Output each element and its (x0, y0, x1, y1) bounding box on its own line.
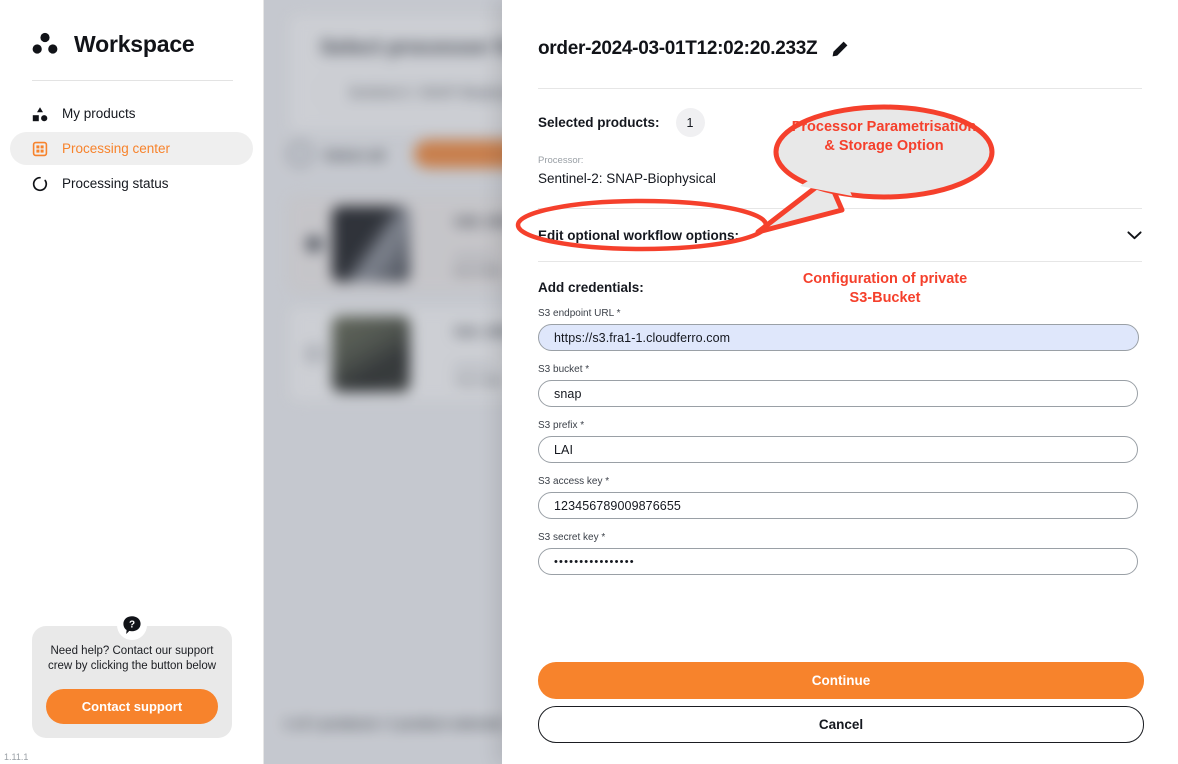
circle-spinner-icon (32, 176, 48, 192)
contact-support-button[interactable]: Contact support (46, 689, 218, 724)
s3-access-key-input[interactable]: 123456789009876655 (538, 492, 1138, 519)
panel-actions: Continue Cancel (538, 662, 1144, 743)
field-label-s3-bucket: S3 bucket * (538, 364, 590, 375)
sidebar-divider (32, 80, 233, 81)
field-label-s3-access-key: S3 access key * (538, 476, 610, 487)
processor-value: Sentinel-2: SNAP-Biophysical (538, 171, 716, 186)
field-label-s3-prefix: S3 prefix * (538, 420, 585, 431)
field-s3-prefix: S3 prefix * LAI (538, 420, 1142, 463)
page-title: order-2024-03-01T12:02:20.233Z (538, 38, 818, 59)
sidebar: Workspace My products Processing center … (0, 0, 264, 764)
field-s3-endpoint-url: S3 endpoint URL * https://s3.fra1-1.clou… (538, 308, 1142, 351)
sidebar-nav: My products Processing center Processing… (0, 97, 263, 200)
field-label-s3-endpoint-url: S3 endpoint URL * (538, 308, 621, 319)
add-credentials-label: Add credentials: (538, 280, 644, 295)
workspace-title: Workspace (74, 30, 195, 57)
sidebar-item-my-products[interactable]: My products (10, 97, 253, 130)
selected-products-count-badge: 1 (675, 108, 705, 137)
order-config-panel: order-2024-03-01T12:02:20.233Z Selected … (502, 0, 1178, 764)
continue-button[interactable]: Continue (538, 662, 1144, 699)
help-card: ? Need help? Contact our support crew by… (32, 609, 232, 738)
sidebar-item-processing-status-label: Processing status (62, 176, 169, 191)
question-mark-icon: ? (117, 609, 147, 640)
sidebar-item-my-products-label: My products (62, 106, 136, 121)
help-card-text: Need help? Contact our support crew by c… (47, 644, 217, 673)
field-s3-bucket: S3 bucket * snap (538, 364, 1142, 407)
field-s3-access-key: S3 access key * 123456789009876655 (538, 476, 1142, 519)
edit-optional-workflow-options-accordion[interactable]: Edit optional workflow options: (538, 209, 1142, 261)
s3-bucket-input[interactable]: snap (538, 380, 1138, 407)
processor-caption: Processor: (538, 155, 584, 166)
panel-divider-3 (538, 261, 1142, 262)
chevron-down-icon[interactable] (1127, 230, 1142, 240)
app-root: Select processor from the list Sentinel-… (0, 0, 1178, 764)
selected-products-row: Selected products: 1 (538, 108, 1142, 137)
three-dots-triangle-icon (30, 30, 60, 58)
svg-text:?: ? (129, 619, 135, 630)
pencil-icon[interactable] (831, 40, 849, 58)
panel-title-row: order-2024-03-01T12:02:20.233Z (538, 0, 1142, 60)
cancel-button[interactable]: Cancel (538, 706, 1144, 743)
selected-products-label: Selected products: (538, 115, 660, 130)
field-s3-secret-key: S3 secret key * •••••••••••••••• (538, 532, 1142, 575)
accordion-label: Edit optional workflow options: (538, 227, 739, 243)
sidebar-item-processing-center-label: Processing center (62, 141, 171, 156)
s3-endpoint-url-input[interactable]: https://s3.fra1-1.cloudferro.com (538, 324, 1139, 351)
grid-chip-icon (32, 141, 48, 157)
s3-prefix-input[interactable]: LAI (538, 436, 1138, 463)
shapes-icon (32, 106, 48, 122)
app-version-label: 1.11.1 (4, 752, 29, 762)
sidebar-item-processing-status[interactable]: Processing status (10, 167, 253, 200)
workspace-header: Workspace (0, 0, 263, 58)
s3-secret-key-input[interactable]: •••••••••••••••• (538, 548, 1138, 575)
panel-divider-1 (538, 88, 1142, 89)
sidebar-item-processing-center[interactable]: Processing center (10, 132, 253, 165)
field-label-s3-secret-key: S3 secret key * (538, 532, 606, 543)
